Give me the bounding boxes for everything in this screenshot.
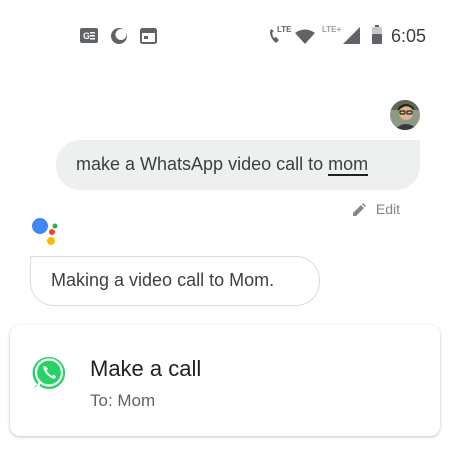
avatar-image — [390, 100, 420, 130]
signal-icon — [343, 27, 360, 44]
card-subtitle: To: Mom — [90, 391, 156, 410]
status-time: 6:05 — [390, 26, 426, 46]
calendar-icon — [140, 28, 157, 44]
battery-icon — [372, 25, 382, 44]
user-query-contact[interactable]: mom — [328, 154, 369, 176]
user-query-text: make a WhatsApp video call to mom — [76, 154, 369, 176]
whatsapp-icon — [32, 356, 66, 389]
lte-plus-label: LTE+ — [322, 25, 342, 34]
wifi-icon — [295, 29, 315, 44]
status-bar: G LTE LTE+ 6:05 — [0, 0, 450, 72]
assistant-reply-bubble: Making a video call to Mom. — [30, 256, 320, 306]
moon-icon — [111, 28, 127, 44]
lte-label: LTE — [277, 25, 292, 34]
edit-button[interactable]: Edit — [352, 201, 400, 217]
assistant-reply-text: Making a video call to Mom. — [51, 270, 275, 290]
news-icon: G — [80, 28, 98, 43]
call-card[interactable]: Make a call To: Mom — [10, 325, 440, 436]
pencil-icon — [352, 202, 366, 216]
card-title: Make a call — [90, 356, 202, 381]
user-query-bubble[interactable]: make a WhatsApp video call to mom — [56, 140, 420, 190]
edit-label: Edit — [375, 201, 400, 217]
user-query-prefix: make a WhatsApp video call to — [76, 154, 329, 174]
user-avatar[interactable] — [390, 100, 420, 130]
google-assistant-icon — [32, 218, 58, 245]
svg-text:G: G — [83, 31, 90, 41]
